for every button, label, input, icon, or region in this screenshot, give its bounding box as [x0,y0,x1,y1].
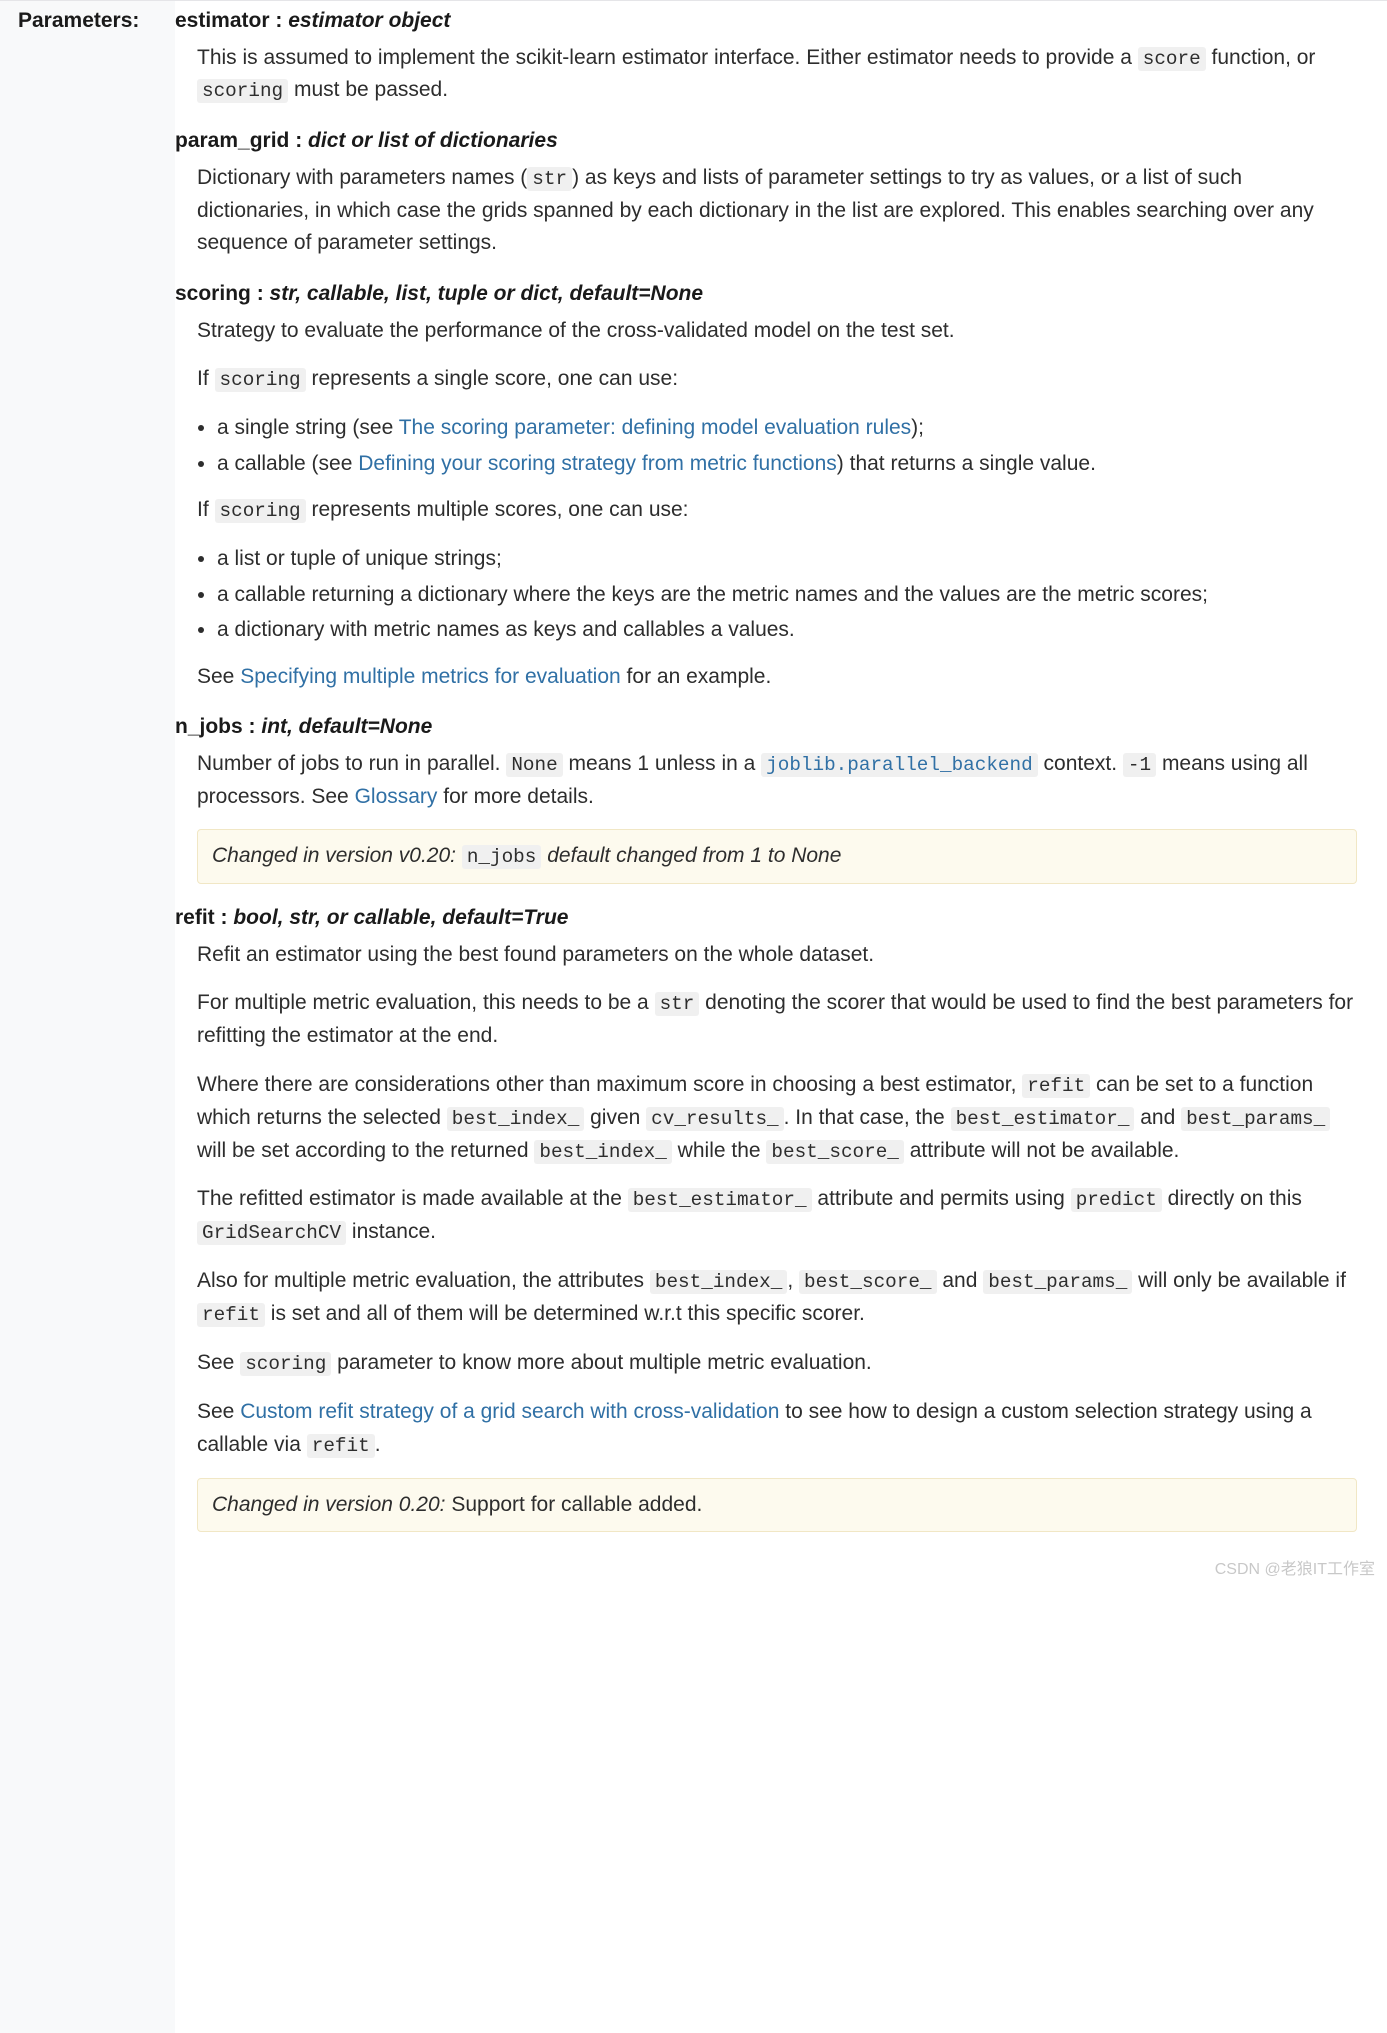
code-best-score: best_score_ [766,1140,903,1164]
param-type: bool, str, or callable, default=True [233,906,568,929]
param-desc-text: Also for multiple metric evaluation, the… [197,1265,1357,1331]
code-gridsearchcv: GridSearchCV [197,1221,346,1245]
code-refit: refit [1022,1074,1090,1098]
parameters-body: estimator : estimator object This is ass… [175,0,1387,1610]
param-desc-text: This is assumed to implement the scikit-… [197,42,1357,108]
code-cv-results: cv_results_ [646,1107,783,1131]
param-desc-text: See Custom refit strategy of a grid sear… [197,1396,1357,1461]
code-best-index: best_index_ [447,1107,584,1131]
version-changed-note: Changed in version v0.20: n_jobs default… [197,829,1357,884]
code-best-params: best_params_ [1181,1107,1330,1131]
link-scoring-strategy[interactable]: Defining your scoring strategy from metr… [358,452,837,475]
code-refit: refit [307,1434,375,1458]
code-refit: refit [197,1303,265,1327]
param-name: param_grid [175,129,289,152]
list-item: a dictionary with metric names as keys a… [217,614,1357,647]
link-multiple-metrics[interactable]: Specifying multiple metrics for evaluati… [240,665,621,688]
version-changed-note: Changed in version 0.20: Support for cal… [197,1478,1357,1533]
code-none: None [506,753,562,777]
param-desc-text: Number of jobs to run in parallel. None … [197,748,1357,813]
param-estimator: estimator : estimator object This is ass… [175,5,1357,107]
param-desc-text: Dictionary with parameters names (str) a… [197,162,1357,260]
code-best-index: best_index_ [650,1270,787,1294]
param-type: estimator object [288,9,450,32]
param-refit: refit : bool, str, or callable, default=… [175,902,1357,1532]
code-best-index: best_index_ [534,1140,671,1164]
param-type: dict or list of dictionaries [308,129,558,152]
bullet-list: a list or tuple of unique strings; a cal… [197,543,1357,647]
code-best-estimator: best_estimator_ [628,1188,812,1212]
code-minus-one: -1 [1123,753,1156,777]
code-best-estimator: best_estimator_ [951,1107,1135,1131]
param-scoring: scoring : str, callable, list, tuple or … [175,278,1357,693]
list-item: a callable returning a dictionary where … [217,579,1357,612]
code-scoring: scoring [215,499,306,523]
link-scoring-parameter[interactable]: The scoring parameter: defining model ev… [399,416,911,439]
param-desc-text: For multiple metric evaluation, this nee… [197,987,1357,1052]
code-njobs: n_jobs [462,845,542,869]
param-desc-text: If scoring represents multiple scores, o… [197,494,1357,527]
param-type: str, callable, list, tuple or dict, defa… [270,282,704,305]
param-desc-text: See scoring parameter to know more about… [197,1347,1357,1380]
link-custom-refit[interactable]: Custom refit strategy of a grid search w… [240,1400,779,1423]
code-predict: predict [1071,1188,1162,1212]
code-best-params: best_params_ [983,1270,1132,1294]
list-item: a single string (see The scoring paramet… [217,412,1357,445]
code-scoring: scoring [197,79,288,103]
code-str: str [527,167,572,191]
param-param-grid: param_grid : dict or list of dictionarie… [175,125,1357,260]
bullet-list: a single string (see The scoring paramet… [197,412,1357,480]
link-joblib-backend[interactable]: joblib.parallel_backend [761,752,1038,775]
list-item: a callable (see Defining your scoring st… [217,448,1357,481]
param-desc-text: The refitted estimator is made available… [197,1183,1357,1249]
code-joblib-backend: joblib.parallel_backend [761,753,1038,777]
code-best-score: best_score_ [799,1270,936,1294]
link-glossary[interactable]: Glossary [355,785,438,808]
param-n-jobs: n_jobs : int, default=None Number of job… [175,711,1357,884]
param-desc-text: If scoring represents a single score, on… [197,363,1357,396]
param-name: estimator [175,9,270,32]
code-str: str [655,992,700,1016]
code-scoring: scoring [240,1352,331,1376]
parameters-label: Parameters: [0,0,175,2033]
watermark: CSDN @老狼IT工作室 [1215,1555,1375,1579]
list-item: a list or tuple of unique strings; [217,543,1357,576]
param-desc-text: See Specifying multiple metrics for eval… [197,661,1357,694]
param-name: scoring [175,282,251,305]
code-score: score [1138,47,1206,71]
param-name: n_jobs [175,715,243,738]
param-name: refit [175,906,215,929]
param-type: int, default=None [261,715,432,738]
code-scoring: scoring [215,368,306,392]
param-desc-text: Strategy to evaluate the performance of … [197,315,1357,348]
param-desc-text: Where there are considerations other tha… [197,1069,1357,1168]
param-desc-text: Refit an estimator using the best found … [197,939,1357,972]
